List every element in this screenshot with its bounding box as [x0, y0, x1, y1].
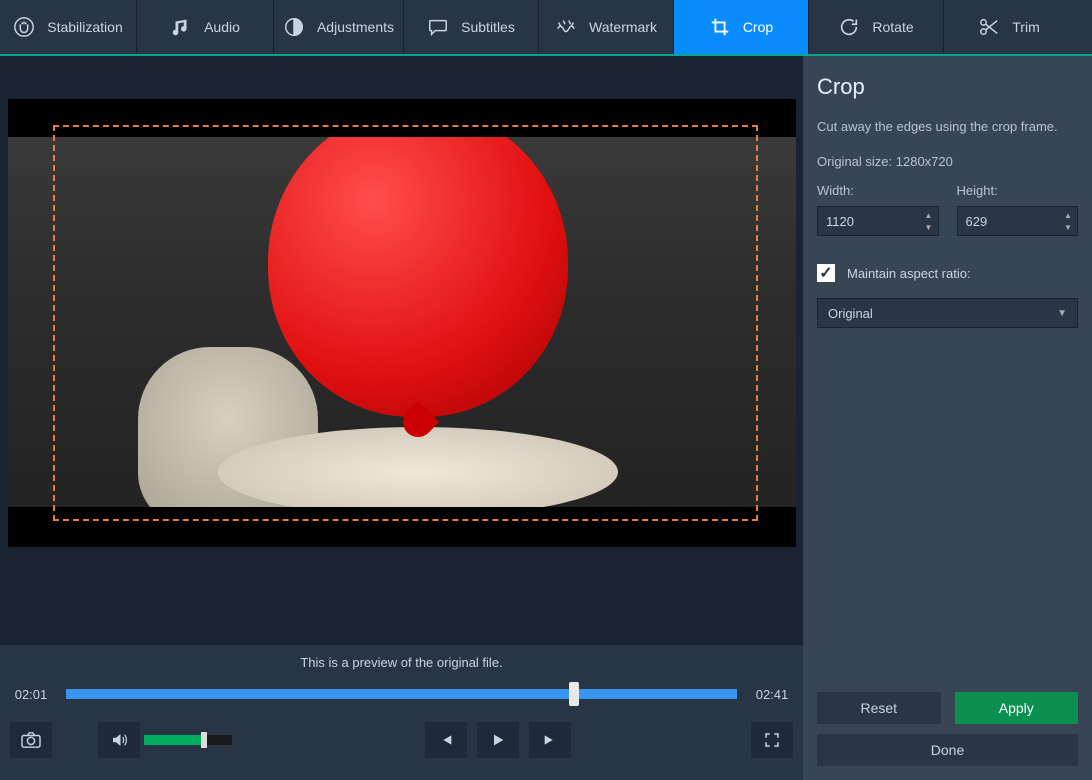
volume-slider[interactable] — [144, 735, 232, 745]
tab-crop[interactable]: Crop — [674, 0, 809, 54]
tab-label: Crop — [743, 19, 773, 35]
tab-label: Adjustments — [317, 19, 394, 35]
chevron-down-icon: ▼ — [922, 221, 936, 233]
done-button[interactable]: Done — [817, 734, 1078, 766]
tab-trim[interactable]: Trim — [944, 0, 1074, 54]
timeline[interactable] — [66, 684, 737, 704]
width-label: Width: — [817, 183, 939, 198]
width-spinner[interactable]: ▲▼ — [922, 209, 936, 233]
tab-subtitles[interactable]: Subtitles — [404, 0, 539, 54]
width-input[interactable] — [817, 206, 939, 236]
chevron-up-icon: ▲ — [1061, 209, 1075, 221]
tab-label: Stabilization — [47, 19, 123, 35]
snapshot-button[interactable] — [10, 722, 52, 758]
maintain-aspect-checkbox[interactable]: ✓ — [817, 264, 835, 282]
tab-rotate[interactable]: Rotate — [809, 0, 944, 54]
aspect-ratio-select[interactable]: Original ▼ — [817, 298, 1078, 328]
height-input[interactable] — [957, 206, 1079, 236]
hand-icon — [13, 16, 35, 38]
apply-button[interactable]: Apply — [955, 692, 1079, 724]
panel-description: Cut away the edges using the crop frame. — [817, 118, 1078, 136]
play-button[interactable] — [477, 722, 519, 758]
volume-button[interactable] — [98, 722, 140, 758]
height-label: Height: — [957, 183, 1079, 198]
crop-panel: Crop Cut away the edges using the crop f… — [803, 56, 1092, 780]
maintain-aspect-label: Maintain aspect ratio: — [847, 266, 971, 281]
music-icon — [170, 16, 192, 38]
crop-frame[interactable] — [53, 125, 758, 521]
watermark-icon — [555, 16, 577, 38]
playback-controls: This is a preview of the original file. … — [0, 645, 803, 780]
chevron-down-icon: ▼ — [1057, 308, 1067, 319]
chevron-down-icon: ▼ — [1061, 221, 1075, 233]
height-spinner[interactable]: ▲▼ — [1061, 209, 1075, 233]
tab-label: Trim — [1012, 19, 1039, 35]
prev-button[interactable] — [425, 722, 467, 758]
crop-icon — [709, 16, 731, 38]
toolbar: Stabilization Audio Adjustments Subtitle… — [0, 0, 1092, 56]
time-current: 02:01 — [10, 687, 52, 702]
video-canvas[interactable] — [8, 99, 796, 547]
tab-label: Subtitles — [461, 19, 515, 35]
tab-label: Rotate — [872, 19, 913, 35]
rotate-icon — [838, 16, 860, 38]
tab-adjustments[interactable]: Adjustments — [274, 0, 404, 54]
playhead[interactable] — [569, 682, 579, 706]
contrast-icon — [283, 16, 305, 38]
tab-watermark[interactable]: Watermark — [539, 0, 674, 54]
next-button[interactable] — [529, 722, 571, 758]
preview-area — [0, 56, 803, 645]
tab-label: Audio — [204, 19, 240, 35]
fullscreen-button[interactable] — [751, 722, 793, 758]
tab-label: Watermark — [589, 19, 657, 35]
reset-button[interactable]: Reset — [817, 692, 941, 724]
panel-title: Crop — [817, 74, 1078, 100]
preview-label: This is a preview of the original file. — [10, 655, 793, 670]
original-size-label: Original size: 1280x720 — [817, 154, 1078, 169]
time-total: 02:41 — [751, 687, 793, 702]
tab-audio[interactable]: Audio — [137, 0, 274, 54]
tab-stabilization[interactable]: Stabilization — [0, 0, 137, 54]
chevron-up-icon: ▲ — [922, 209, 936, 221]
scissors-icon — [978, 16, 1000, 38]
speech-icon — [427, 16, 449, 38]
aspect-ratio-value: Original — [828, 306, 1057, 321]
